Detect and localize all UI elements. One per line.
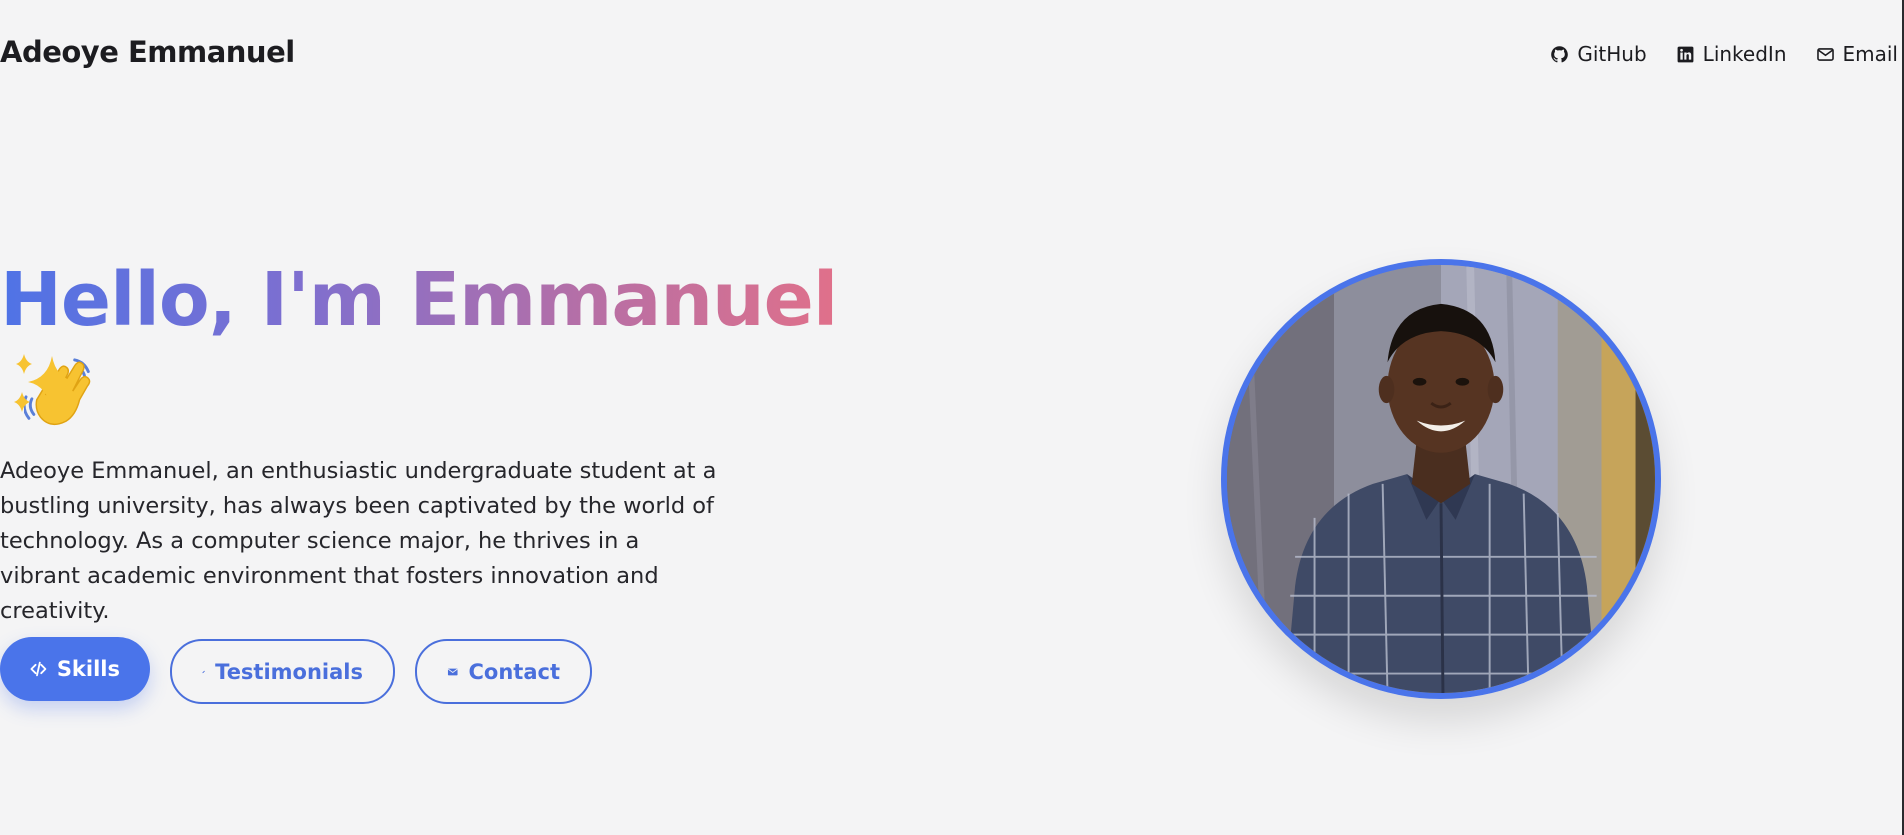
linkedin-icon [1677, 46, 1694, 62]
nav-linkedin-label: LinkedIn [1702, 42, 1787, 66]
site-header: Adeoye Emmanuel GitHub LinkedIn Email [0, 0, 1902, 108]
skills-button[interactable]: Skills [0, 636, 150, 701]
testimonials-button-label: Testimonials [215, 659, 363, 684]
nav-email-label: Email [1842, 42, 1899, 66]
nav-linkedin-link[interactable]: LinkedIn [1676, 42, 1787, 66]
skills-button-label: Skills [56, 656, 120, 681]
profile-photo-image [1227, 265, 1655, 693]
nav-email-link[interactable]: Email [1816, 42, 1899, 66]
contact-button[interactable]: Contact [415, 639, 592, 704]
hero-title: Hello, I'm Emmanuel [0, 256, 880, 434]
social-nav: GitHub LinkedIn Email [1550, 42, 1898, 66]
github-icon [1551, 45, 1569, 62]
envelope-icon [447, 668, 458, 675]
profile-photo [1221, 259, 1661, 699]
pencil-icon [202, 670, 205, 673]
sparkles-icon [14, 354, 76, 412]
mail-icon [1816, 47, 1834, 61]
contact-button-label: Contact [468, 659, 561, 684]
nav-github-label: GitHub [1577, 42, 1647, 66]
code-icon [30, 661, 47, 676]
hero-title-text: Hello, I'm Emmanuel [0, 257, 838, 343]
bio-paragraph: Adeoye Emmanuel, an enthusiastic undergr… [0, 458, 717, 624]
testimonials-button[interactable]: Testimonials [170, 639, 395, 704]
nav-github-link[interactable]: GitHub [1550, 42, 1647, 66]
hero-actions: Skills Testimonials Contact [0, 633, 592, 704]
portfolio-page: Adeoye Emmanuel GitHub LinkedIn Email He… [0, 0, 1904, 835]
brand-name[interactable]: Adeoye Emmanuel [0, 35, 295, 69]
